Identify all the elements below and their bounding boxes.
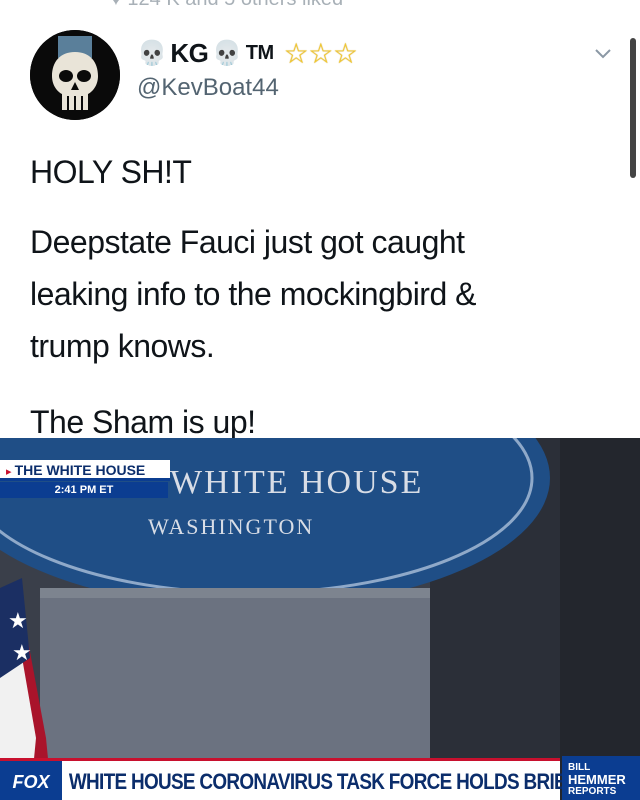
scrollbar[interactable]	[630, 38, 636, 178]
user-handle[interactable]: @KevBoat44	[137, 74, 279, 102]
star-icon: ☆	[332, 37, 358, 69]
chyron-text: WHITE HOUSE CORONAVIRUS TASK FORCE HOLDS…	[68, 769, 609, 794]
tweet-line: trump knows.	[30, 328, 215, 364]
svg-text:★: ★	[8, 608, 28, 633]
display-name[interactable]: 💀 KG 💀 TM ☆ ☆ ☆	[137, 38, 358, 69]
network-logo: FOX	[0, 761, 62, 800]
trademark-text: TM	[245, 42, 274, 64]
chevron-down-icon[interactable]	[590, 40, 616, 66]
liked-by-context: ♥ 124 K and 5 others liked	[110, 0, 343, 11]
news-chyron: FOX WHITE HOUSE CORONAVIRUS TASK FORCE H…	[0, 758, 609, 800]
star-icon: ☆	[308, 37, 333, 69]
location-title: THE WHITE HOUSE	[0, 460, 170, 478]
location-badge: THE WHITE HOUSE	[0, 460, 170, 481]
show-line: REPORTS	[568, 786, 617, 797]
tweet-line: HOLY SH!T	[30, 154, 192, 190]
tweet-line: Deepstate Fauci just got caught	[30, 224, 465, 260]
skull-emoji-icon: 💀	[137, 40, 167, 67]
svg-text:★: ★	[12, 640, 32, 665]
avatar[interactable]	[30, 30, 120, 120]
display-name-text: KG	[170, 38, 209, 68]
tweet-text: HOLY SH!T Deepstate Fauci just got caugh…	[30, 146, 620, 448]
seal-title: WHITE HOUSE	[170, 464, 424, 501]
location-time: 2:41 PM ET	[0, 482, 168, 498]
show-logo: BILL HEMMER REPORTS	[562, 756, 640, 800]
punisher-skull-icon	[30, 30, 120, 120]
tweet-line: leaking info to the mockingbird &	[30, 276, 476, 312]
star-icon: ☆	[283, 37, 309, 69]
tweet-video[interactable]: ★ ★ WHITE HOUSE WASHINGTON THE WHITE HOU…	[0, 438, 640, 800]
star-emojis: ☆ ☆ ☆	[283, 37, 358, 69]
seal-subtitle: WASHINGTON	[148, 514, 315, 539]
skull-emoji-icon: 💀	[212, 40, 242, 67]
show-line: HEMMER	[568, 772, 626, 787]
